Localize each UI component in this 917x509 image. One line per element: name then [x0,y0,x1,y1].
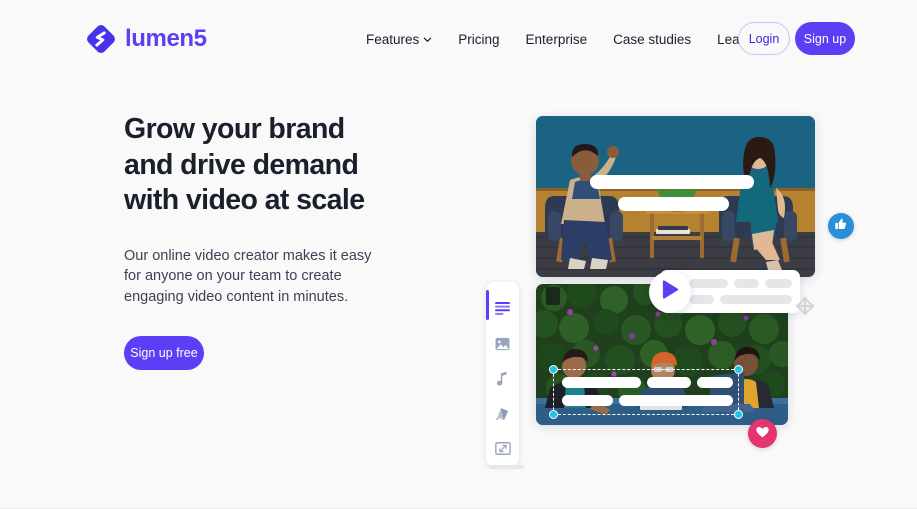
video-one-caption-bar-1 [590,175,754,189]
heart-icon [755,424,770,444]
selected-text-bar-5 [619,395,733,406]
hero-title-line-3: with video at scale [124,184,365,216]
resize-handle-top-left[interactable] [549,365,558,374]
brand-logo[interactable]: lumen5 [86,24,207,54]
selected-text-bar-2 [647,377,691,388]
placeholder-bar-2 [734,279,759,288]
sidebar-item-text-tool[interactable] [486,291,519,326]
text-selection-box[interactable] [549,365,743,419]
hero-title-line-1: Grow your brand [124,113,345,145]
placeholder-bar-3 [765,279,792,288]
placeholder-bar-4 [689,295,714,304]
nav-item-pricing[interactable]: Pricing [458,30,499,50]
nav-label: Enterprise [525,32,588,47]
music-note-icon [496,371,509,386]
hero-title: Grow your brand and drive demand with vi… [124,112,414,219]
resize-handle-bottom-left[interactable] [549,410,558,419]
editor-tool-rail [486,282,519,466]
status-badge-like [828,213,854,239]
nav-item-features[interactable]: Features [366,30,432,50]
hero-subtitle: Our online video creator makes it easy f… [124,247,372,305]
hero-title-line-2: and drive demand [124,148,359,181]
site-header: lumen5 Features Pricing Enterprise Case … [0,0,917,78]
login-button[interactable]: Login [738,22,790,55]
selected-text-bar-4 [562,395,613,406]
scroll-indicator [489,465,524,469]
lumen5-logo-icon [86,24,116,54]
nav-label: Case studies [613,32,692,47]
placeholder-bar-5 [720,295,792,304]
sidebar-item-audio-tool[interactable] [486,361,519,396]
active-tool-indicator [486,290,489,320]
sidebar-item-layout-tool[interactable] [486,431,519,466]
status-badge-love [748,419,777,448]
resize-handle-top-right[interactable] [734,365,743,374]
signup-button[interactable]: Sign up [795,22,855,55]
palette-icon [495,407,511,421]
nav-label: Pricing [458,32,500,47]
nav-item-case-studies[interactable]: Case studies [613,30,691,50]
play-button[interactable] [649,271,691,313]
landing-page: lumen5 Features Pricing Enterprise Case … [0,0,917,509]
selected-text-bar-3 [697,377,733,388]
main-nav: Features Pricing Enterprise Case studies… [366,30,765,50]
sidebar-item-brand-tool[interactable] [486,396,519,431]
text-lines-icon [495,302,510,315]
nav-label: Features [366,32,420,47]
video-preview-card-one[interactable] [536,116,815,277]
resize-frame-icon [494,442,511,455]
placeholder-bar-1 [689,279,728,288]
nav-item-enterprise[interactable]: Enterprise [526,30,588,50]
video-one-caption-bar-2 [618,197,729,211]
resize-handle-bottom-right[interactable] [734,410,743,419]
signup-free-button[interactable]: Sign up free [124,336,204,370]
brand-name: lumen5 [125,25,207,52]
play-icon [662,280,679,304]
selected-text-bar-1 [562,377,641,388]
chevron-down-icon [423,35,432,44]
move-cursor-icon [795,296,815,316]
hero-copy-block: Grow your brand and drive demand with vi… [124,112,424,370]
thumbs-up-icon [834,217,848,236]
sidebar-item-media-tool[interactable] [486,326,519,361]
image-icon [495,337,510,351]
